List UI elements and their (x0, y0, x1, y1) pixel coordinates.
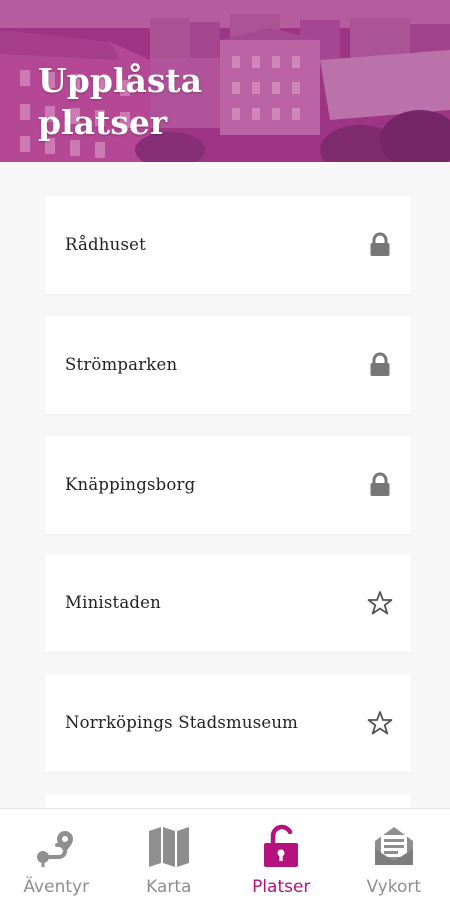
place-name: Knäppingsborg (65, 436, 195, 534)
lock-icon (367, 232, 393, 258)
nav-label: Vykort (338, 877, 450, 897)
nav-item-vykort[interactable]: Vykort (338, 809, 450, 901)
place-card-norrkopings-stadsmuseum[interactable]: Norrköpings Stadsmuseum (45, 674, 411, 772)
nav-item-karta[interactable]: Karta (113, 809, 226, 901)
header-banner: Upplåsta platser (0, 0, 450, 162)
nav-item-platser[interactable]: Platser (225, 809, 338, 901)
place-card-radhuset[interactable]: Rådhuset (45, 196, 411, 294)
page-title: Upplåsta platser (38, 60, 268, 144)
bottom-nav: Äventyr Karta Platser Vykort (0, 808, 450, 901)
nav-label: Karta (113, 877, 226, 897)
nav-item-aventyr[interactable]: Äventyr (0, 809, 113, 901)
lock-icon (367, 352, 393, 378)
nav-label: Äventyr (0, 877, 113, 897)
place-card-stromparken[interactable]: Strömparken (45, 316, 411, 414)
lock-icon (367, 472, 393, 498)
map-icon (144, 823, 194, 869)
place-name: Ministaden (65, 554, 161, 652)
route-icon (31, 823, 81, 869)
postcard-icon (369, 823, 419, 869)
star-outline-icon[interactable] (367, 590, 393, 616)
place-card-ministaden[interactable]: Ministaden (45, 554, 411, 652)
nav-label: Platser (225, 877, 338, 897)
place-card-knappingsborg[interactable]: Knäppingsborg (45, 436, 411, 534)
unlock-icon (256, 823, 306, 869)
place-name: Rådhuset (65, 196, 146, 294)
star-outline-icon[interactable] (367, 710, 393, 736)
place-name: Norrköpings Stadsmuseum (65, 674, 298, 772)
place-name: Strömparken (65, 316, 177, 414)
place-card-partial (45, 794, 411, 808)
